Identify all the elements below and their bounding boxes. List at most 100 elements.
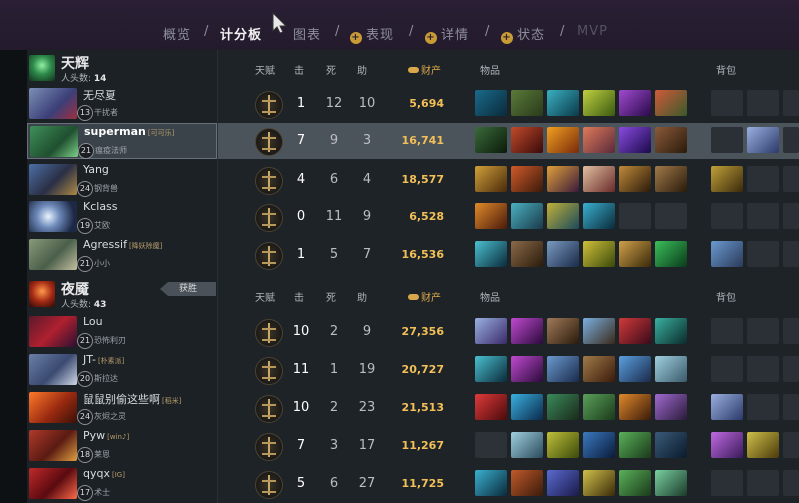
backpack-slot[interactable] — [711, 318, 743, 344]
backpack-slot[interactable] — [783, 166, 799, 192]
item-icon[interactable] — [583, 90, 615, 116]
item-icon[interactable] — [547, 90, 579, 116]
item-icon[interactable] — [511, 203, 543, 229]
item-icon[interactable] — [547, 166, 579, 192]
item-icon[interactable] — [547, 318, 579, 344]
player-row[interactable]: 17 qyqx [IG] 术士 — [27, 466, 217, 502]
player-row-selected[interactable]: 21 superman [可可乐] 瘟疫法师 — [27, 123, 217, 159]
item-icon[interactable] — [475, 127, 507, 153]
talent-tree-icon[interactable] — [255, 471, 283, 499]
item-icon[interactable] — [547, 356, 579, 382]
item-icon[interactable] — [619, 432, 651, 458]
stats-row[interactable]: 1 12 10 5,694 — [218, 86, 799, 122]
item-icon[interactable] — [711, 394, 743, 420]
item-icon[interactable] — [747, 127, 779, 153]
tab-scoreboard[interactable]: 计分板 — [220, 24, 262, 43]
player-row[interactable]: 20 JT- [朴素派] 斯拉达 — [27, 352, 217, 388]
backpack-slot[interactable] — [783, 470, 799, 496]
talent-tree-icon[interactable] — [255, 357, 283, 385]
item-icon[interactable] — [547, 127, 579, 153]
item-icon[interactable] — [475, 241, 507, 267]
item-icon[interactable] — [583, 127, 615, 153]
tab-mvp[interactable]: MVP — [577, 24, 608, 39]
talent-tree-icon[interactable] — [255, 91, 283, 119]
talent-tree-icon[interactable] — [255, 242, 283, 270]
backpack-slot[interactable] — [747, 356, 779, 382]
item-icon[interactable] — [711, 432, 743, 458]
stats-row[interactable]: 1 5 7 16,536 — [218, 237, 799, 273]
item-icon[interactable] — [511, 394, 543, 420]
item-icon[interactable] — [655, 241, 687, 267]
item-icon[interactable] — [475, 318, 507, 344]
backpack-slot[interactable] — [747, 241, 779, 267]
item-icon[interactable] — [655, 394, 687, 420]
item-icon[interactable] — [711, 241, 743, 267]
item-icon[interactable] — [511, 318, 543, 344]
item-icon[interactable] — [655, 470, 687, 496]
item-icon[interactable] — [583, 241, 615, 267]
backpack-slot[interactable] — [783, 90, 799, 116]
item-icon[interactable] — [547, 470, 579, 496]
item-icon[interactable] — [511, 241, 543, 267]
item-icon[interactable] — [583, 166, 615, 192]
item-icon[interactable] — [511, 432, 543, 458]
backpack-slot[interactable] — [783, 241, 799, 267]
backpack-slot[interactable] — [783, 127, 799, 153]
player-row[interactable]: 24 鼠鼠别偷这些啊 [稻米] 灰烬之灵 — [27, 390, 217, 426]
item-icon[interactable] — [511, 356, 543, 382]
tab-details[interactable]: + 详情 — [425, 24, 469, 44]
item-icon[interactable] — [655, 127, 687, 153]
item-icon[interactable] — [475, 203, 507, 229]
stats-row[interactable]: 10 2 9 27,356 — [218, 314, 799, 350]
item-icon[interactable] — [655, 318, 687, 344]
empty-item-slot[interactable] — [475, 432, 507, 458]
item-icon[interactable] — [655, 432, 687, 458]
item-icon[interactable] — [475, 90, 507, 116]
backpack-slot[interactable] — [711, 470, 743, 496]
empty-item-slot[interactable] — [619, 203, 651, 229]
item-icon[interactable] — [619, 470, 651, 496]
item-icon[interactable] — [475, 166, 507, 192]
talent-tree-icon[interactable] — [255, 167, 283, 195]
stats-row[interactable]: 10 2 23 21,513 — [218, 390, 799, 426]
backpack-slot[interactable] — [747, 318, 779, 344]
backpack-slot[interactable] — [783, 394, 799, 420]
stats-row-selected[interactable]: 7 9 3 16,741 — [218, 123, 799, 159]
item-icon[interactable] — [475, 356, 507, 382]
tab-graphs[interactable]: 图表 — [293, 24, 321, 43]
backpack-slot[interactable] — [747, 203, 779, 229]
player-row[interactable]: 19 Kclass 艾欧 — [27, 199, 217, 235]
item-icon[interactable] — [547, 241, 579, 267]
item-icon[interactable] — [547, 432, 579, 458]
backpack-slot[interactable] — [747, 166, 779, 192]
backpack-slot[interactable] — [747, 90, 779, 116]
empty-item-slot[interactable] — [655, 203, 687, 229]
item-icon[interactable] — [583, 432, 615, 458]
item-icon[interactable] — [511, 470, 543, 496]
backpack-slot[interactable] — [747, 470, 779, 496]
backpack-slot[interactable] — [783, 318, 799, 344]
tab-performance[interactable]: + 表现 — [350, 24, 394, 44]
item-icon[interactable] — [511, 90, 543, 116]
stats-row[interactable]: 5 6 27 11,725 — [218, 466, 799, 502]
item-icon[interactable] — [655, 90, 687, 116]
item-icon[interactable] — [475, 470, 507, 496]
item-icon[interactable] — [583, 394, 615, 420]
talent-tree-icon[interactable] — [255, 204, 283, 232]
item-icon[interactable] — [583, 356, 615, 382]
item-icon[interactable] — [619, 241, 651, 267]
player-row[interactable]: 18 Pyw [win♪] 莱恩 — [27, 428, 217, 464]
item-icon[interactable] — [619, 166, 651, 192]
item-icon[interactable] — [655, 356, 687, 382]
item-icon[interactable] — [655, 166, 687, 192]
backpack-slot[interactable] — [711, 127, 743, 153]
talent-tree-icon[interactable] — [255, 319, 283, 347]
backpack-slot[interactable] — [783, 203, 799, 229]
talent-tree-icon[interactable] — [255, 395, 283, 423]
item-icon[interactable] — [475, 394, 507, 420]
item-icon[interactable] — [583, 203, 615, 229]
item-icon[interactable] — [619, 127, 651, 153]
item-icon[interactable] — [547, 394, 579, 420]
stats-row[interactable]: 0 11 9 6,528 — [218, 199, 799, 235]
stats-row[interactable]: 4 6 4 18,577 — [218, 162, 799, 198]
